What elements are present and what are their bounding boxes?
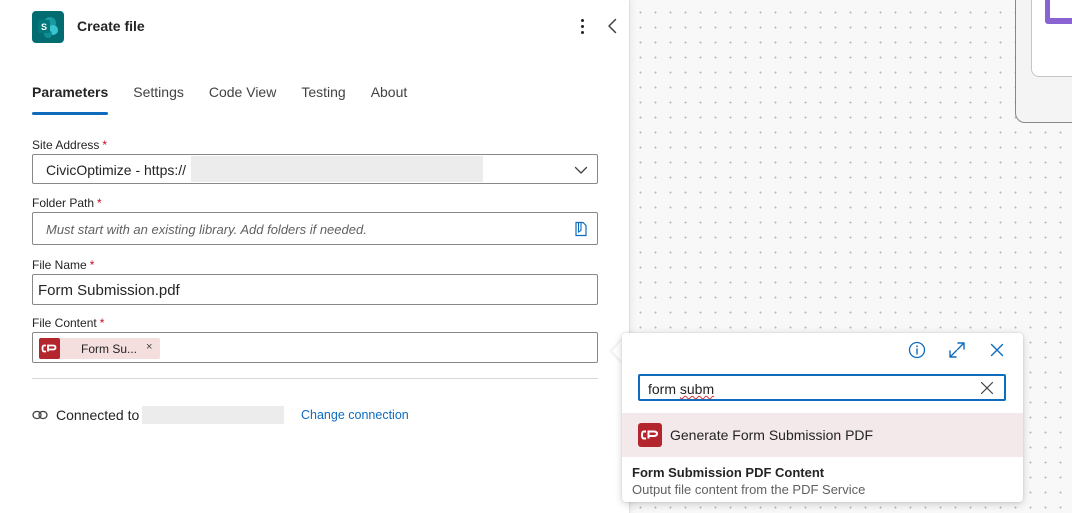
pdf-service-icon	[39, 338, 60, 359]
divider	[32, 378, 598, 379]
redacted-connection-name	[142, 406, 284, 424]
redacted-url	[191, 156, 483, 182]
tab-code-view[interactable]: Code View	[209, 84, 276, 116]
tab-testing[interactable]: Testing	[301, 84, 345, 116]
search-value: form subm	[648, 381, 714, 397]
file-content-label: File Content *	[32, 316, 104, 330]
file-name-label: File Name *	[32, 258, 94, 272]
file-name-input[interactable]: Form Submission.pdf	[32, 274, 598, 305]
generate-form-submission-pdf-item[interactable]: Generate Form Submission PDF	[622, 413, 1023, 457]
action-details-panel: S Create file Parameters Settings Code V…	[0, 0, 630, 513]
output-description: Output file content from the PDF Service	[632, 482, 866, 497]
dynamic-content-search-input[interactable]: form subm	[638, 374, 1006, 401]
folder-path-label: Folder Path *	[32, 196, 102, 210]
svg-text:S: S	[41, 22, 47, 32]
search-text-prefix: form	[648, 381, 680, 397]
token-remove-icon[interactable]: ×	[146, 341, 152, 353]
site-address-dropdown[interactable]: CivicOptimize - https://	[32, 154, 598, 184]
site-address-label-text: Site Address	[32, 138, 100, 152]
required-marker: *	[97, 196, 102, 210]
tab-settings[interactable]: Settings	[133, 84, 184, 116]
file-content-label-text: File Content	[32, 316, 97, 330]
info-icon[interactable]	[907, 340, 927, 360]
search-text-misspelled: subm	[679, 381, 715, 397]
file-content-field[interactable]: Form Su... ×	[32, 332, 598, 363]
close-icon[interactable]	[987, 340, 1007, 360]
connected-to-label: Connected to	[56, 407, 140, 423]
folder-path-label-text: Folder Path	[32, 196, 95, 210]
more-options-icon[interactable]	[574, 17, 590, 35]
chevron-down-icon[interactable]	[574, 163, 588, 177]
required-marker: *	[102, 138, 108, 152]
change-connection-link[interactable]: Change connection	[301, 408, 409, 422]
file-name-label-text: File Name	[32, 258, 87, 272]
folder-path-field[interactable]: Must start with an existing library. Add…	[32, 212, 598, 245]
sharepoint-icon: S	[32, 11, 64, 43]
output-title[interactable]: Form Submission PDF Content	[632, 465, 824, 480]
popup-item-label: Generate Form Submission PDF	[670, 427, 874, 443]
required-marker: *	[99, 316, 105, 330]
link-icon	[32, 410, 48, 420]
pdf-service-icon	[638, 423, 662, 447]
clear-search-icon[interactable]	[980, 381, 994, 395]
token-label: Form Su...	[81, 342, 138, 356]
folder-picker-icon[interactable]	[574, 221, 588, 237]
site-address-label: Site Address *	[32, 138, 107, 152]
folder-path-placeholder: Must start with an existing library. Add…	[46, 222, 367, 237]
required-marker: *	[89, 258, 95, 272]
site-address-value: CivicOptimize - https://	[46, 162, 187, 178]
tab-parameters[interactable]: Parameters	[32, 84, 109, 116]
chevron-left-icon[interactable]	[604, 17, 622, 35]
panel-header: S Create file	[0, 0, 630, 52]
tab-bar: Parameters Settings Code View Testing Ab…	[32, 84, 432, 116]
dynamic-content-token[interactable]: Form Su... ×	[39, 338, 160, 359]
canvas-node-accent-mask	[1050, 0, 1072, 18]
tab-about[interactable]: About	[371, 84, 408, 116]
file-name-value: Form Submission.pdf	[38, 282, 180, 299]
dynamic-content-popup: form subm Generate Form Submission PDF F…	[622, 333, 1023, 502]
panel-title: Create file	[77, 18, 145, 34]
expand-icon[interactable]	[947, 340, 967, 360]
